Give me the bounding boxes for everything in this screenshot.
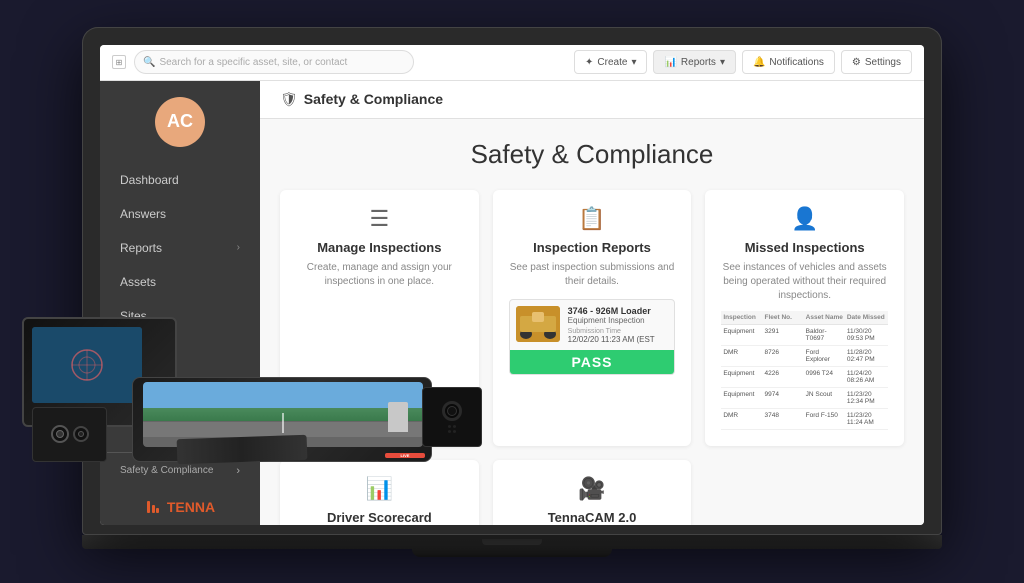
scorecard-icon: 📊 — [296, 476, 463, 502]
manage-inspections-title: Manage Inspections — [296, 240, 463, 255]
table-header: Inspection Fleet No. Asset Name Date Mis… — [721, 311, 888, 325]
table-row: DMR 8726 Ford Explorer 11/28/20 02:47 PM — [721, 346, 888, 367]
manage-inspections-card[interactable]: ☰ Manage Inspections Create, manage and … — [280, 190, 479, 446]
table-row: DMR 3748 Ford F-150 11/23/20 11:24 AM — [721, 409, 888, 430]
sidebar-bottom: Safety & Compliance › — [100, 452, 260, 489]
chevron-right-icon: › — [237, 242, 240, 253]
manage-inspections-icon: ☰ — [296, 206, 463, 232]
search-bar[interactable]: 🔍 Search for a specific asset, site, or … — [134, 50, 414, 74]
laptop-stand — [412, 549, 612, 557]
table-row: Equipment 4226 0996 T24 11/24/20 08:26 A… — [721, 367, 888, 388]
avatar: AC — [155, 97, 205, 147]
sidebar-safety-item[interactable]: Safety & Compliance › — [120, 465, 240, 477]
tennacam-icon: 🎥 — [509, 476, 676, 502]
browser-icon: ⊞ — [112, 55, 126, 69]
reports-icon: 📊 — [664, 57, 676, 68]
inspection-info: 3746 - 926M Loader Equipment Inspection … — [568, 306, 669, 344]
reports-button[interactable]: 📊 Reports ▾ — [653, 50, 736, 74]
chevron-down-icon: ▾ — [631, 57, 636, 68]
missed-inspections-card[interactable]: 👤 Missed Inspections See instances of ve… — [705, 190, 904, 446]
notifications-button[interactable]: 🔔 Notifications — [742, 50, 835, 74]
page-heading: Safety & Compliance — [280, 139, 904, 170]
gear-icon: ⚙ — [852, 57, 861, 68]
pass-badge: PASS — [510, 350, 675, 374]
create-button[interactable]: ✦ Create ▾ — [574, 50, 647, 74]
tenna-logo-icon — [145, 499, 161, 515]
sidebar-nav: Dashboard Answers Reports › Assets — [100, 163, 260, 333]
sidebar: AC Dashboard Answers Reports › — [100, 81, 260, 525]
content-area: 🛡 Safety & Compliance Safety & Complianc… — [260, 81, 924, 525]
sidebar-item-reports[interactable]: Reports › — [100, 231, 260, 265]
inspection-reports-title: Inspection Reports — [509, 240, 676, 255]
content-body: Safety & Compliance ☰ Manage Inspections… — [260, 119, 924, 525]
tenna-logo: TENNA — [125, 489, 235, 525]
search-icon: 🔍 — [143, 57, 155, 68]
laptop-base — [82, 535, 942, 549]
shield-header-icon: 🛡 — [280, 91, 298, 108]
bell-icon: 🔔 — [753, 57, 765, 68]
content-header: 🛡 Safety & Compliance — [260, 81, 924, 119]
tennacam-card[interactable]: 🎥 TennaCAM 2.0 See all TennaCAM 2.0 safe… — [493, 460, 692, 525]
settings-button[interactable]: ⚙ Settings — [841, 50, 912, 74]
chevron-down-icon: ▾ — [720, 57, 725, 68]
missed-inspections-title: Missed Inspections — [721, 240, 888, 255]
inspection-reports-desc: See past inspection submissions and thei… — [509, 261, 676, 289]
top-nav-buttons: ✦ Create ▾ 📊 Reports ▾ 🔔 Notifications — [574, 50, 912, 74]
sidebar-item-sites[interactable]: Sites — [100, 299, 260, 333]
content-header-title: Safety & Compliance — [304, 91, 443, 107]
manage-inspections-desc: Create, manage and assign your inspectio… — [296, 261, 463, 289]
sidebar-item-dashboard[interactable]: Dashboard — [100, 163, 260, 197]
inspection-reports-icon: 📋 — [509, 206, 676, 232]
loader-thumbnail — [516, 306, 560, 342]
inspection-reports-card[interactable]: 📋 Inspection Reports See past inspection… — [493, 190, 692, 446]
chevron-right-icon-2: › — [236, 465, 240, 477]
missed-inspections-desc: See instances of vehicles and assets bei… — [721, 261, 888, 303]
missed-inspections-icon: 👤 — [721, 206, 888, 232]
scorecard-title: Driver Scorecard — [296, 510, 463, 525]
inspection-preview: 3746 - 926M Loader Equipment Inspection … — [509, 299, 676, 375]
table-row: Equipment 9974 JN Scout 11/23/20 12:34 P… — [721, 388, 888, 409]
top-bar: ⊞ 🔍 Search for a specific asset, site, o… — [100, 45, 924, 81]
laptop-notch — [482, 539, 542, 545]
scorecard-card[interactable]: 📊 Driver Scorecard See scorecards of dri… — [280, 460, 479, 525]
missed-inspections-table: Inspection Fleet No. Asset Name Date Mis… — [721, 311, 888, 430]
search-placeholder: Search for a specific asset, site, or co… — [159, 57, 347, 68]
sidebar-item-answers[interactable]: Answers — [100, 197, 260, 231]
table-row: Equipment 3291 Baldor-T0697 11/30/20 09:… — [721, 325, 888, 346]
cards-grid: ☰ Manage Inspections Create, manage and … — [280, 190, 904, 525]
sidebar-item-assets[interactable]: Assets — [100, 265, 260, 299]
create-icon: ✦ — [585, 57, 593, 68]
tennacam-title: TennaCAM 2.0 — [509, 510, 676, 525]
